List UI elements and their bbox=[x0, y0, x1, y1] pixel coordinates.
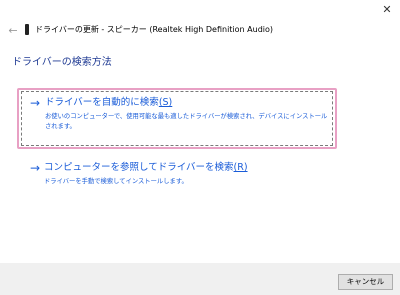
window-title: ドライバーの更新 - スピーカー (Realtek High Definitio… bbox=[35, 25, 274, 34]
auto-search-title[interactable]: ドライバーを自動的に検索(S) bbox=[45, 96, 172, 110]
cancel-button[interactable]: キャンセル bbox=[338, 274, 393, 290]
speaker-device-icon bbox=[25, 24, 29, 35]
back-arrow-icon[interactable]: ← bbox=[6, 24, 20, 38]
browse-computer-title[interactable]: コンピューターを参照してドライバーを検索(R) bbox=[44, 161, 248, 175]
arrow-right-icon: → bbox=[30, 161, 41, 175]
auto-search-option[interactable]: → ドライバーを自動的に検索(S) お使いのコンピューターで、使用可能な最も適し… bbox=[21, 91, 333, 146]
close-button[interactable]: ✕ bbox=[376, 2, 398, 18]
page-heading: ドライバーの検索方法 bbox=[12, 57, 112, 68]
title-bar: ← ドライバーの更新 - スピーカー (Realtek High Definit… bbox=[0, 0, 400, 44]
auto-search-description: お使いのコンピューターで、使用可能な最も適したドライバーが検索され、デバイスにイ… bbox=[45, 113, 328, 130]
browse-computer-option[interactable]: → コンピューターを参照してドライバーを検索(R) ドライバーを手動で検索してイ… bbox=[21, 157, 333, 189]
dialog-footer: キャンセル bbox=[0, 263, 400, 295]
browse-computer-description: ドライバーを手動で検索してインストールします。 bbox=[44, 178, 188, 185]
arrow-right-icon: → bbox=[30, 96, 41, 110]
